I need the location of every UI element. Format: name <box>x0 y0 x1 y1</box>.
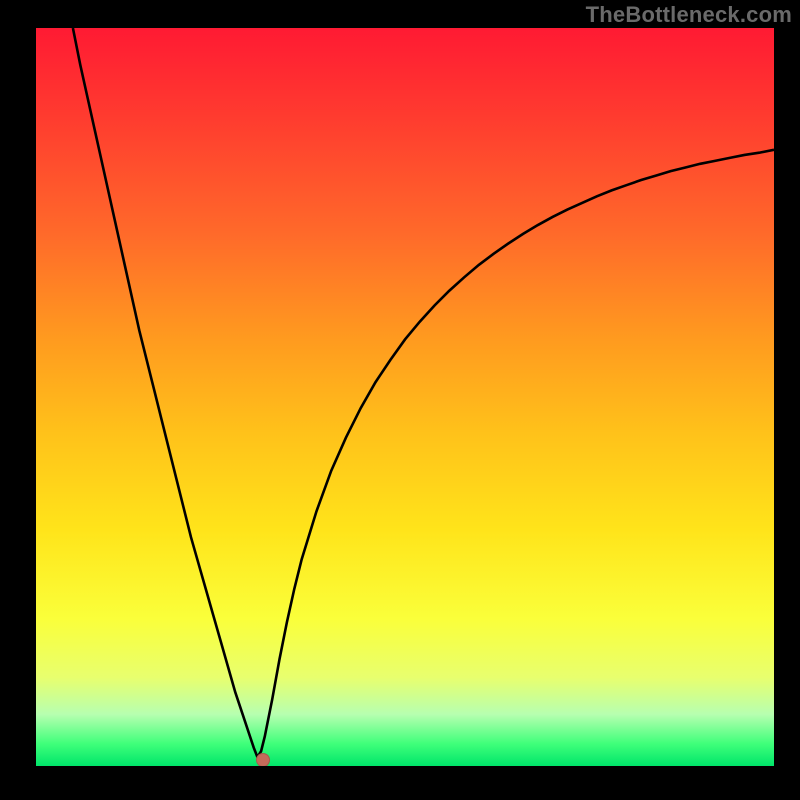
watermark-label: TheBottleneck.com <box>586 2 792 28</box>
plot-area <box>36 28 774 766</box>
bottleneck-curve <box>36 28 774 766</box>
curve-path <box>73 28 774 757</box>
optimum-marker <box>256 753 270 766</box>
chart-frame: TheBottleneck.com <box>0 0 800 800</box>
